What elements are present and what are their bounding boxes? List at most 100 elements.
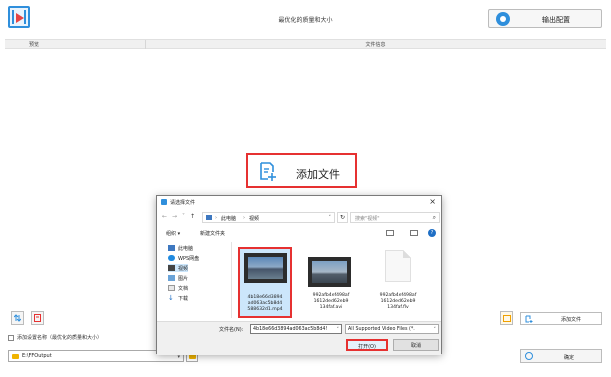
delete-icon: [34, 314, 41, 322]
search-input[interactable]: 搜索"视频" ⌕: [350, 212, 440, 223]
cancel-button[interactable]: 取消: [393, 339, 439, 351]
move-up-button[interactable]: [11, 311, 24, 325]
help-icon[interactable]: ?: [428, 229, 436, 237]
file-type-select[interactable]: All Supported Video Files (*. ˅: [345, 324, 439, 334]
chevron-down-icon[interactable]: ˅: [182, 213, 185, 220]
add-setting-name-row[interactable]: 添加设置名称（最优化的质量和大小）: [8, 334, 102, 341]
nav-scrollbar[interactable]: [226, 242, 229, 318]
nav-item-this-pc[interactable]: 此电脑: [168, 244, 193, 252]
breadcrumb-videos[interactable]: 视频: [249, 215, 259, 222]
output-path-value: E:\FFOutput: [22, 353, 52, 359]
new-folder-button[interactable]: 新建文件夹: [200, 230, 225, 237]
nav-item-wps-drive[interactable]: WPS网盘: [168, 254, 199, 262]
document-folder-icon: [168, 285, 175, 291]
add-file-small-button[interactable]: 添加文件: [520, 312, 602, 325]
back-arrow-icon[interactable]: ←: [162, 213, 167, 220]
file-item-selected[interactable]: 4b18e66d3894 ad063ac5b8d4 588632d1.mp4: [238, 247, 292, 318]
file-item[interactable]: 992afb4ef498af 1612ded62eb9 134faf.flv: [367, 247, 429, 318]
add-file-button[interactable]: 添加文件: [246, 153, 357, 188]
file-list-header: 预览 文件信息: [5, 39, 606, 49]
computer-icon: [168, 245, 175, 251]
chevron-down-icon[interactable]: ˅: [329, 215, 332, 221]
close-icon[interactable]: ×: [429, 197, 436, 206]
dialog-title-bar: 请选择文件 ×: [157, 196, 441, 209]
add-file-icon: [525, 315, 533, 323]
check-icon: [525, 352, 533, 360]
navigation-pane: 此电脑 WPS网盘 视频 图片 文档 ↓ 下载: [160, 242, 232, 318]
open-file-dialog: 请选择文件 × ← → ˅ ↑ › 此电脑 › 视频 ˅ ↻ 搜索"视频" ⌕ …: [156, 195, 442, 355]
preview-pane-icon[interactable]: [410, 230, 418, 236]
nav-item-label: 此电脑: [178, 245, 194, 252]
folder-icon: [503, 315, 511, 322]
chevron-down-icon[interactable]: ˅: [337, 327, 340, 333]
picture-folder-icon: [168, 275, 175, 281]
dialog-app-icon: [161, 199, 167, 205]
output-config-button[interactable]: 输出配置: [488, 9, 602, 28]
add-setting-name-checkbox[interactable]: [8, 334, 14, 341]
refresh-button[interactable]: ↻: [337, 212, 348, 223]
file-name: 992afb4ef498af 1612ded62eb9 134faf.avi: [300, 293, 362, 311]
file-name-line: 134faf.avi: [319, 305, 343, 310]
breadcrumb-separator: ›: [215, 215, 217, 221]
gear-icon: [496, 12, 510, 26]
nav-item-label: 图片: [178, 275, 189, 282]
open-button-label: 打开(O): [358, 344, 376, 350]
confirm-button[interactable]: 确定: [520, 349, 602, 363]
add-file-small-label: 添加文件: [560, 317, 581, 323]
confirm-label: 确定: [563, 355, 574, 361]
file-name: 992afb4ef498af 1612ded62eb9 134faf.flv: [367, 293, 429, 311]
breadcrumb-this-pc[interactable]: 此电脑: [221, 215, 236, 222]
video-folder-icon: [168, 265, 175, 271]
file-grid: 4b18e66d3894 ad063ac5b8d4 588632d1.mp4 9…: [235, 242, 437, 318]
organize-menu[interactable]: 组织 ▾: [166, 230, 180, 237]
address-bar-row: ← → ˅ ↑ › 此电脑 › 视频 ˅ ↻ 搜索"视频" ⌕: [160, 212, 440, 223]
nav-item-label: WPS网盘: [178, 255, 200, 262]
document-icon: [385, 250, 411, 282]
filename-label: 文件名(N):: [219, 327, 244, 333]
nav-item-videos[interactable]: 视频: [168, 264, 189, 272]
nav-item-label: 视频: [178, 265, 189, 272]
computer-icon: [206, 215, 212, 220]
nav-item-label: 文档: [178, 285, 189, 292]
forward-arrow-icon[interactable]: →: [172, 213, 177, 220]
search-icon: ⌕: [432, 214, 436, 221]
folder-icon: [12, 354, 19, 359]
nav-item-label: 下载: [178, 295, 189, 302]
cloud-icon: [168, 255, 175, 261]
add-file-label: 添加文件: [296, 168, 340, 181]
dialog-footer: 文件名(N): 4b18e66d3894ad063ac5b8d4! ˅ All …: [157, 321, 441, 355]
delete-button[interactable]: [31, 311, 44, 325]
file-name-line: 588632d1.mp4: [247, 307, 283, 312]
dialog-toolbar: 组织 ▾ 新建文件夹 ?: [160, 229, 440, 238]
download-icon: ↓: [168, 294, 174, 302]
file-type-value: All Supported Video Files (*.: [348, 327, 415, 332]
breadcrumb-separator: ›: [243, 215, 245, 221]
search-placeholder: 搜索"视频": [355, 216, 380, 222]
nav-item-downloads[interactable]: ↓ 下载: [168, 294, 188, 302]
refresh-icon: ↻: [339, 214, 346, 221]
file-item[interactable]: 992afb4ef498af 1612ded62eb9 134faf.avi: [300, 247, 362, 318]
open-button[interactable]: 打开(O): [346, 339, 388, 351]
nav-item-documents[interactable]: 文档: [168, 284, 188, 292]
cancel-button-label: 取消: [410, 343, 421, 349]
view-options-icon[interactable]: [386, 230, 394, 236]
column-preview: 预览: [29, 42, 40, 48]
filename-value: 4b18e66d3894ad063ac5b8d4!: [253, 327, 328, 332]
add-file-icon: [260, 162, 276, 181]
file-name-line: 134faf.flv: [387, 305, 409, 310]
video-thumbnail: [244, 253, 287, 283]
up-arrow-icon[interactable]: ↑: [190, 213, 195, 220]
filename-input[interactable]: 4b18e66d3894ad063ac5b8d4! ˅: [250, 324, 342, 334]
address-bar[interactable]: › 此电脑 › 视频 ˅: [202, 212, 335, 223]
nav-item-pictures[interactable]: 图片: [168, 274, 188, 282]
top-bar: 最优化的质量和大小 输出配置: [0, 0, 611, 34]
chevron-down-icon: ˅: [433, 327, 437, 333]
open-output-folder-button[interactable]: [500, 311, 513, 325]
dialog-title: 请选择文件: [170, 200, 196, 206]
file-grid-scrollbar[interactable]: [434, 242, 437, 318]
add-setting-name-label: 添加设置名称（最优化的质量和大小）: [17, 335, 103, 341]
sort-icon: [14, 314, 21, 322]
output-config-label: 输出配置: [542, 16, 570, 24]
app-window: 最优化的质量和大小 输出配置 预览 文件信息 添加文件 添加设置名称（最优化的质…: [0, 0, 611, 377]
column-file-info: 文件信息: [365, 42, 386, 48]
